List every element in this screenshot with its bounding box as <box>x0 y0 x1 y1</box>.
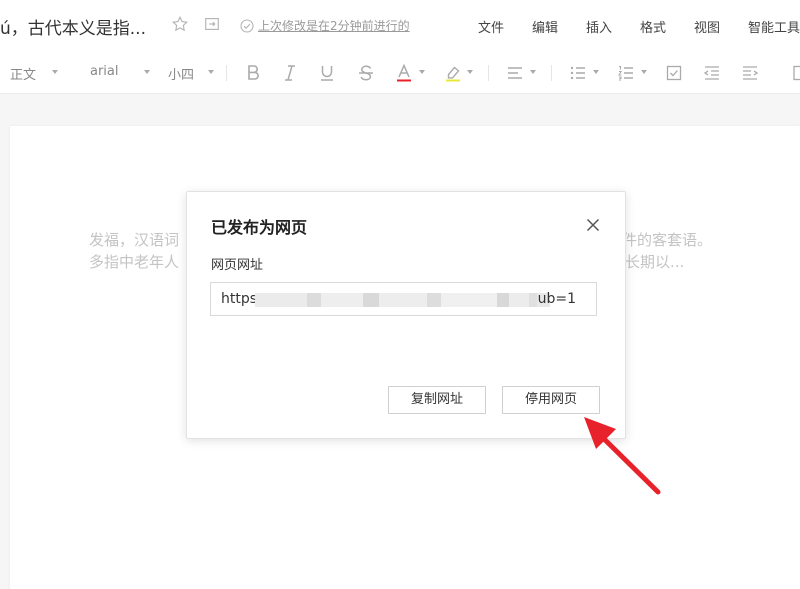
menu-smart-tools[interactable]: 智能工具 <box>748 17 800 36</box>
check-circle-icon <box>240 18 254 33</box>
title-bar: ú，古代本义是指... 上次修改是在2分钟前进行的 文件 编辑 插入 格式 视图… <box>0 0 800 50</box>
bullet-list-icon[interactable] <box>568 63 588 83</box>
save-status-text: 上次修改是在2分钟前进行的 <box>258 19 410 33</box>
font-color-icon[interactable] <box>394 63 414 83</box>
save-status[interactable]: 上次修改是在2分钟前进行的 <box>240 17 410 34</box>
url-redacted-area <box>255 293 550 307</box>
copy-url-button[interactable]: 复制网址 <box>388 386 486 414</box>
webpage-url-field[interactable]: https ub=1 <box>210 282 597 316</box>
dialog-title: 已发布为网页 <box>211 218 308 237</box>
chevron-down-icon <box>593 70 599 74</box>
chevron-down-icon <box>467 70 473 74</box>
paragraph-line-1-left: 发福，汉语词 <box>89 231 180 249</box>
paragraph-line-2-left: 多指中老年人 <box>89 253 180 271</box>
url-suffix: ub=1 <box>537 291 576 307</box>
document-title[interactable]: ú，古代本义是指... <box>0 14 146 39</box>
numbered-list-icon[interactable] <box>616 63 636 83</box>
menu-edit[interactable]: 编辑 <box>532 17 558 36</box>
bold-icon[interactable] <box>243 63 263 83</box>
chevron-down-icon <box>144 70 150 74</box>
publish-webpage-dialog: 已发布为网页 网页网址 https ub=1 复制网址 停用网页 <box>186 191 626 439</box>
menu-file[interactable]: 文件 <box>478 17 504 36</box>
toolbar-divider <box>551 65 552 81</box>
menu-format[interactable]: 格式 <box>640 17 666 36</box>
highlight-icon[interactable] <box>443 63 463 83</box>
more-tools-icon[interactable] <box>786 63 800 83</box>
paragraph-line-2-right: 长期以... <box>625 253 685 271</box>
indent-icon[interactable] <box>740 63 760 83</box>
chevron-down-icon <box>419 70 425 74</box>
font-size-select[interactable]: 小四 <box>168 64 194 83</box>
url-prefix: https <box>221 291 258 307</box>
format-toolbar: 正文 arial 小四 <box>0 50 800 94</box>
italic-icon[interactable] <box>280 63 300 83</box>
paragraph-line-1-right: 件的客套语。 <box>622 231 713 249</box>
underline-icon[interactable] <box>317 63 337 83</box>
move-folder-icon[interactable] <box>203 15 221 33</box>
toolbar-divider <box>488 65 489 81</box>
close-icon[interactable] <box>585 217 601 233</box>
chevron-down-icon <box>208 70 214 74</box>
toolbar-divider <box>226 65 227 81</box>
font-family-select[interactable]: arial <box>90 64 119 79</box>
chevron-down-icon <box>641 70 647 74</box>
chevron-down-icon <box>52 70 58 74</box>
outdent-icon[interactable] <box>702 63 722 83</box>
strikethrough-icon[interactable] <box>356 63 376 83</box>
menu-view[interactable]: 视图 <box>694 17 720 36</box>
menu-insert[interactable]: 插入 <box>586 17 612 36</box>
chevron-down-icon <box>530 70 536 74</box>
url-label: 网页网址 <box>211 258 264 273</box>
align-icon[interactable] <box>505 63 525 83</box>
checklist-icon[interactable] <box>664 63 684 83</box>
paragraph-style-select[interactable]: 正文 <box>10 64 36 83</box>
red-arrow-icon <box>584 417 661 495</box>
star-icon[interactable] <box>171 15 189 33</box>
